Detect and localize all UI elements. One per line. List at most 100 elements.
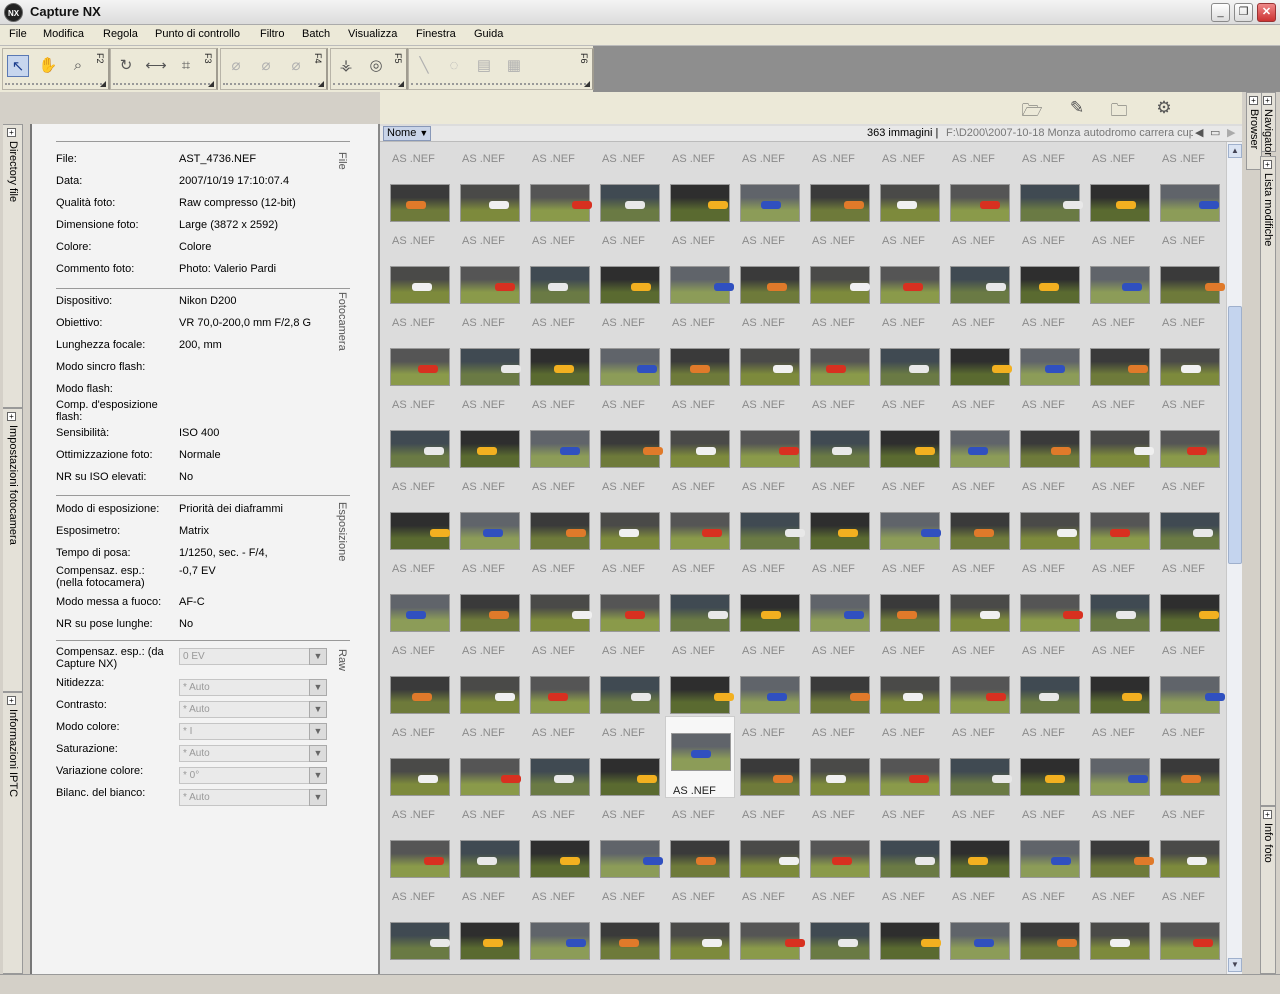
thumbnail-image[interactable]: [1090, 184, 1150, 222]
thumbnail-item[interactable]: AS .NEF: [735, 142, 805, 224]
thumbnail-item[interactable]: AS .NEF: [385, 716, 455, 798]
chevron-down-icon[interactable]: ▼: [309, 767, 327, 784]
thumbnail-item[interactable]: AS .NEF: [1015, 142, 1085, 224]
thumbnail-item[interactable]: AS .NEF: [875, 388, 945, 470]
thumbnail-item[interactable]: AS .NEF: [945, 224, 1015, 306]
thumbnail-item[interactable]: AS .NEF: [595, 716, 665, 798]
expand-icon[interactable]: +: [7, 128, 16, 137]
thumbnail-item[interactable]: AS .NEF: [595, 470, 665, 552]
thumbnail-image[interactable]: [810, 840, 870, 878]
thumbnail-item[interactable]: AS .NEF: [1015, 306, 1085, 388]
raw-setting-dropdown[interactable]: * 0°: [179, 767, 327, 784]
thumbnail-item[interactable]: AS .NEF: [385, 552, 455, 634]
thumbnail-image[interactable]: [1020, 512, 1080, 550]
thumbnail-item[interactable]: AS .NEF: [805, 224, 875, 306]
thumbnail-image[interactable]: [530, 758, 590, 796]
thumbnail-image[interactable]: [460, 594, 520, 632]
thumbnail-image[interactable]: [460, 512, 520, 550]
arrow-select-icon[interactable]: ↖: [7, 55, 29, 77]
thumbnail-item[interactable]: AS .NEF: [665, 716, 735, 798]
thumbnail-item[interactable]: AS .NEF: [735, 470, 805, 552]
thumbnail-item[interactable]: AS .NEF: [805, 634, 875, 716]
chevron-down-icon[interactable]: ▼: [309, 679, 327, 696]
thumbnail-image[interactable]: [740, 758, 800, 796]
thumbnail-image[interactable]: [530, 266, 590, 304]
thumbnail-item[interactable]: AS .NEF: [455, 634, 525, 716]
thumbnail-item[interactable]: AS .NEF: [875, 880, 945, 962]
thumbnail-item[interactable]: AS .NEF: [1015, 880, 1085, 962]
thumbnail-item[interactable]: AS .NEF: [1155, 880, 1225, 962]
thumbnail-image[interactable]: [740, 840, 800, 878]
scroll-up-icon[interactable]: ▲: [1228, 144, 1242, 158]
thumbnail-image[interactable]: [600, 184, 660, 222]
thumbnail-image[interactable]: [390, 348, 450, 386]
thumbnail-item[interactable]: AS .NEF: [525, 798, 595, 880]
chevron-down-icon[interactable]: ▼: [309, 789, 327, 806]
close-button[interactable]: ✕: [1257, 3, 1276, 22]
thumbnail-image[interactable]: [1090, 512, 1150, 550]
expand-icon[interactable]: +: [1249, 96, 1258, 105]
thumbnail-image[interactable]: [530, 348, 590, 386]
thumbnail-item[interactable]: AS .NEF: [735, 552, 805, 634]
thumbnail-item[interactable]: AS .NEF: [805, 716, 875, 798]
thumbnail-image[interactable]: [1160, 922, 1220, 960]
thumbnail-item[interactable]: AS .NEF: [455, 388, 525, 470]
forward-arrow-icon[interactable]: ▶: [1227, 126, 1235, 139]
chevron-down-icon[interactable]: ▼: [309, 648, 327, 665]
thumbnail-image[interactable]: [530, 512, 590, 550]
thumbnail-image[interactable]: [1090, 758, 1150, 796]
thumbnail-image[interactable]: [670, 840, 730, 878]
thumbnail-item[interactable]: AS .NEF: [945, 880, 1015, 962]
straighten-icon[interactable]: ⟷: [145, 55, 167, 77]
expand-icon[interactable]: +: [1263, 96, 1272, 105]
thumbnail-image[interactable]: [460, 348, 521, 386]
thumbnail-item[interactable]: AS .NEF: [665, 306, 735, 388]
thumbnail-image[interactable]: [1020, 266, 1080, 304]
expand-icon[interactable]: +: [7, 412, 16, 421]
thumbnail-image[interactable]: [390, 758, 450, 796]
thumbnail-image[interactable]: [530, 840, 590, 878]
vertical-scrollbar[interactable]: ▲ ▼: [1226, 142, 1242, 974]
tab-navigatore[interactable]: + Navigatore: [1260, 92, 1276, 162]
tab-informazioni-iptc[interactable]: + Informazioni IPTC: [3, 692, 23, 974]
thumbnail-item[interactable]: AS .NEF: [945, 634, 1015, 716]
thumbnail-image[interactable]: [1090, 348, 1150, 386]
expand-corner-icon[interactable]: [100, 81, 106, 87]
thumbnail-image[interactable]: [460, 758, 521, 796]
thumbnail-item[interactable]: AS .NEF: [945, 470, 1015, 552]
thumbnail-item[interactable]: AS .NEF: [525, 388, 595, 470]
thumbnail-image[interactable]: [390, 430, 450, 468]
menu-finestra[interactable]: Finestra: [416, 28, 456, 40]
expand-corner-icon[interactable]: [318, 81, 324, 87]
menu-visualizza[interactable]: Visualizza: [348, 28, 397, 40]
thumbnail-image[interactable]: [880, 922, 941, 960]
thumbnail-item[interactable]: AS .NEF: [1155, 798, 1225, 880]
thumbnail-item[interactable]: AS .NEF: [805, 142, 875, 224]
minimize-button[interactable]: _: [1211, 3, 1230, 22]
thumbnail-item[interactable]: AS .NEF: [385, 142, 455, 224]
thumbnail-item[interactable]: AS .NEF: [385, 634, 455, 716]
chevron-down-icon[interactable]: ▼: [309, 745, 327, 762]
thumbnail-image[interactable]: [740, 266, 800, 304]
tab-directory-file[interactable]: + Directory file: [3, 124, 23, 408]
thumbnail-item[interactable]: AS .NEF: [665, 880, 735, 962]
crop-icon[interactable]: ⌗: [175, 55, 197, 77]
thumbnail-image[interactable]: [530, 922, 590, 960]
thumbnail-item[interactable]: AS .NEF: [1155, 470, 1225, 552]
thumbnail-image[interactable]: [600, 758, 660, 796]
rotate-icon[interactable]: ↻: [115, 55, 137, 77]
thumbnail-image[interactable]: [460, 266, 520, 304]
thumbnail-image[interactable]: [950, 922, 1010, 960]
thumbnail-item[interactable]: AS .NEF: [805, 552, 875, 634]
thumbnail-image[interactable]: [880, 676, 940, 714]
brush-erase-icon[interactable]: ⌀: [285, 55, 307, 77]
thumbnail-item[interactable]: AS .NEF: [735, 224, 805, 306]
thumbnail-item[interactable]: AS .NEF: [805, 388, 875, 470]
thumbnail-item[interactable]: AS .NEF: [385, 306, 455, 388]
thumbnail-item[interactable]: AS .NEF: [805, 470, 875, 552]
thumbnail-item[interactable]: AS .NEF: [455, 798, 525, 880]
thumbnail-image[interactable]: [1160, 184, 1220, 222]
thumbnail-item[interactable]: AS .NEF: [385, 224, 455, 306]
thumbnail-image[interactable]: [460, 676, 520, 714]
thumbnail-item[interactable]: AS .NEF: [1085, 716, 1155, 798]
